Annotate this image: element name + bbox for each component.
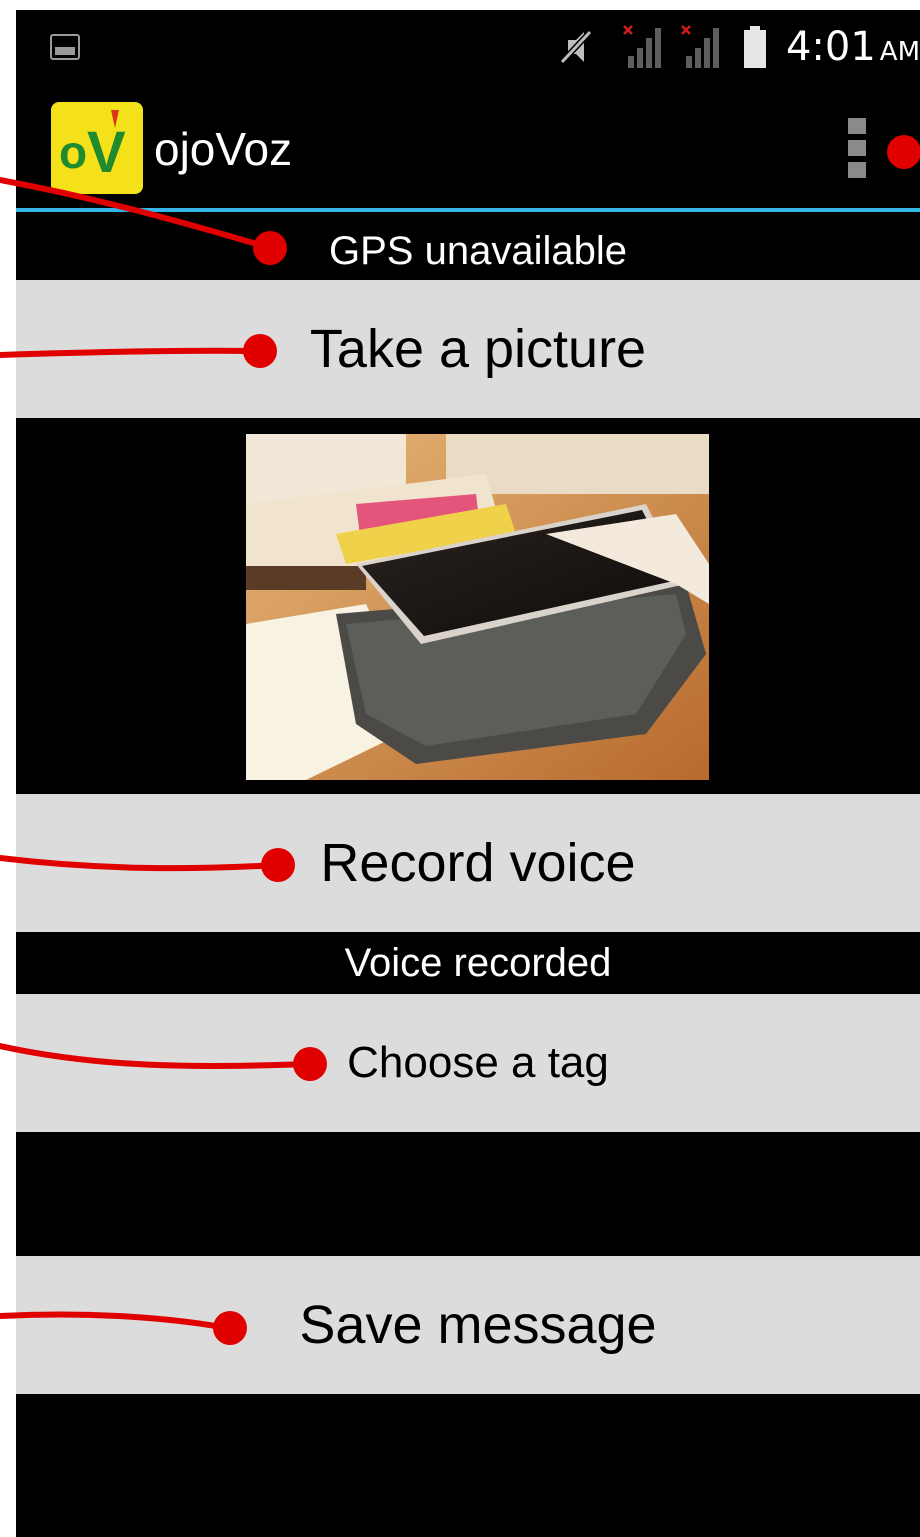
photo-preview-area bbox=[16, 418, 920, 794]
signal-icon bbox=[681, 25, 719, 68]
overflow-menu-icon[interactable] bbox=[848, 118, 868, 182]
clock: 4:01 AM bbox=[785, 24, 920, 70]
photo-preview bbox=[246, 434, 709, 780]
record-voice-button[interactable]: Record voice bbox=[16, 794, 920, 932]
voice-status: Voice recorded bbox=[344, 941, 612, 985]
app-logo-icon[interactable]: o V bbox=[51, 102, 143, 194]
svg-text:o: o bbox=[59, 126, 87, 178]
status-bar: 4:01 AM bbox=[16, 10, 920, 82]
take-picture-button[interactable]: Take a picture bbox=[16, 280, 920, 418]
phone-screen: 4:01 AM o V ojoVoz GPS unavailable Take a… bbox=[16, 10, 920, 1537]
mute-icon bbox=[559, 29, 593, 65]
battery-icon bbox=[743, 26, 766, 68]
signal-icon bbox=[623, 25, 661, 68]
svg-text:V: V bbox=[87, 120, 126, 185]
app-title: ojoVoz bbox=[154, 123, 293, 175]
gallery-icon bbox=[50, 34, 80, 60]
gps-status: GPS unavailable bbox=[329, 229, 627, 273]
action-bar: o V ojoVoz bbox=[16, 82, 920, 212]
choose-tag-spinner[interactable]: Choose a tag bbox=[16, 994, 920, 1132]
save-message-button[interactable]: Save message bbox=[16, 1256, 920, 1394]
